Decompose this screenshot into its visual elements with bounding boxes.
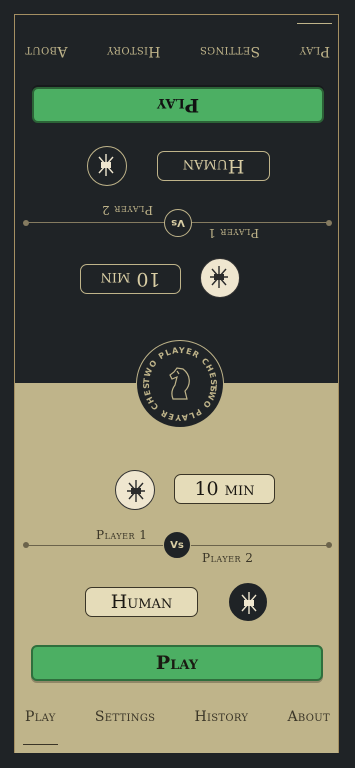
logo-text-top: TWO PLAYER CHESS — [142, 346, 217, 394]
play-button[interactable]: Play — [31, 645, 323, 681]
top-vs-badge: Vs — [164, 209, 192, 237]
top-nav-bar: Play Settings History About — [15, 29, 338, 59]
two-player-chess-logo: TWO PLAYER CHESS TWO PLAYER CHESS — [136, 340, 224, 428]
top-nav-settings[interactable]: Settings — [200, 29, 260, 59]
nav-play[interactable]: Play — [23, 709, 58, 745]
vs-badge: Vs — [163, 531, 191, 559]
top-black-piece-icon[interactable] — [87, 146, 127, 186]
time-control-button[interactable]: 10 min — [174, 474, 275, 504]
nav-about[interactable]: About — [288, 709, 330, 739]
top-play-button[interactable]: Play — [32, 87, 324, 123]
player2-label: Player 2 — [202, 551, 254, 565]
top-nav-history[interactable]: History — [107, 29, 161, 59]
nav-history[interactable]: History — [194, 709, 248, 739]
top-player1-label: Player 1 — [207, 226, 259, 240]
top-time-control-button[interactable]: 10 min — [80, 264, 181, 294]
top-nav-play[interactable]: Play — [299, 29, 330, 59]
white-piece-icon[interactable] — [115, 470, 155, 510]
nav-settings[interactable]: Settings — [95, 709, 155, 739]
knight-icon — [169, 367, 190, 400]
top-white-piece-icon[interactable] — [200, 258, 240, 298]
bottom-nav-bar: Play Settings History About — [15, 709, 338, 745]
top-player-panel: Play Settings History About Play 10 min … — [15, 15, 338, 383]
top-player-type-button[interactable]: Human — [157, 151, 270, 181]
player-type-button[interactable]: Human — [85, 587, 198, 617]
black-piece-icon[interactable] — [228, 582, 268, 622]
svg-text:TWO PLAYER CHESS: TWO PLAYER CHESS — [142, 346, 218, 394]
top-player2-label: Player 2 — [101, 203, 153, 217]
player1-label: Player 1 — [96, 528, 148, 542]
top-nav-about[interactable]: About — [25, 29, 67, 59]
bottom-player-panel: 10 min Vs Player 1 Player 2 Human Play P… — [15, 383, 338, 753]
